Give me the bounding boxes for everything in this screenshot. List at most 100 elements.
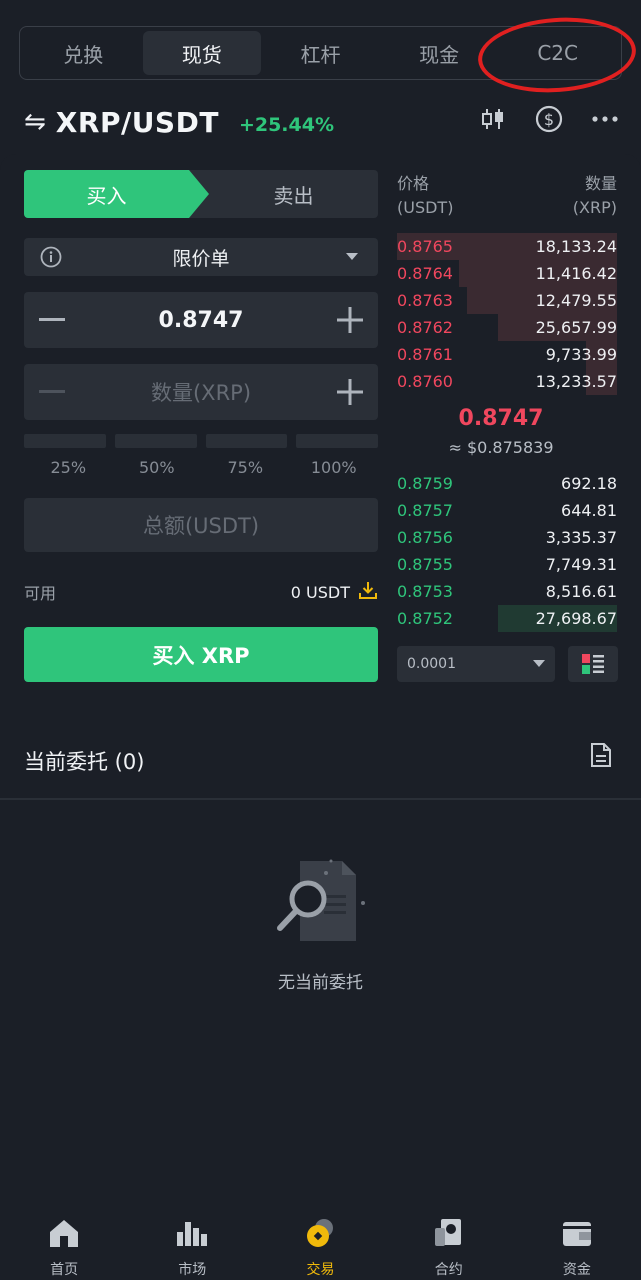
- ask-row[interactable]: 0.8763 12,479.55: [397, 287, 617, 314]
- price-decrease-button[interactable]: [24, 292, 80, 348]
- bid-price: 0.8752: [397, 609, 453, 628]
- percent-labels: 25% 50% 75% 100%: [24, 458, 378, 477]
- bid-row[interactable]: 0.8755 7,749.31: [397, 551, 617, 578]
- bid-row[interactable]: 0.8756 3,335.37: [397, 524, 617, 551]
- quantity-increase-button[interactable]: [322, 364, 378, 420]
- price-stepper[interactable]: 0.8747: [24, 292, 378, 348]
- tab-spot[interactable]: 现货: [142, 31, 262, 75]
- ask-quantity: 12,479.55: [535, 291, 617, 310]
- document-icon[interactable]: [590, 742, 612, 772]
- percent-segment[interactable]: [114, 434, 197, 448]
- percent-label[interactable]: 25%: [24, 458, 113, 477]
- bid-quantity: 3,335.37: [545, 528, 617, 547]
- chevron-down-icon: [346, 253, 358, 260]
- tab-margin[interactable]: 杠杆: [261, 31, 380, 75]
- ask-row[interactable]: 0.8760 13,233.57: [397, 368, 617, 395]
- available-balance: 可用 0 USDT: [24, 580, 378, 604]
- percent-segment[interactable]: [24, 434, 106, 448]
- ask-price: 0.8760: [397, 372, 453, 391]
- pair-change: +25.44%: [238, 114, 334, 136]
- percent-slider[interactable]: [24, 434, 378, 448]
- ask-price: 0.8765: [397, 237, 453, 256]
- ask-quantity: 9,733.99: [545, 345, 617, 364]
- pair-name[interactable]: XRP/USDT: [56, 106, 219, 139]
- bottom-nav: 首页 市场 交易 合约 资金: [0, 1205, 641, 1280]
- candlestick-chart-icon[interactable]: [478, 104, 508, 134]
- quantity-stepper[interactable]: 数量(XRP): [24, 364, 378, 420]
- orderbook-header: 价格 (USDT) 数量 (XRP): [397, 172, 617, 220]
- order-type-label: 限价单: [172, 247, 230, 270]
- bid-quantity: 8,516.61: [545, 582, 617, 601]
- nav-futures[interactable]: 合约: [385, 1205, 513, 1280]
- available-value-group: 0 USDT: [291, 580, 378, 604]
- price-increase-button[interactable]: [322, 292, 378, 348]
- nav-wallet[interactable]: 资金: [513, 1205, 641, 1280]
- nav-label: 首页: [50, 1262, 79, 1278]
- available-label: 可用: [24, 584, 57, 603]
- wallet-icon: [561, 1217, 593, 1249]
- info-icon[interactable]: [40, 246, 62, 273]
- percent-segment[interactable]: [296, 434, 378, 448]
- bid-quantity: 692.18: [561, 474, 617, 493]
- pair-header: ⇋ XRP/USDT +25.44% $: [24, 100, 624, 144]
- trade-mode-tabs: 兑换 现货 杠杆 现金 C2C: [19, 26, 622, 80]
- tab-cash[interactable]: 现金: [380, 31, 499, 75]
- bid-row[interactable]: 0.8753 8,516.61: [397, 578, 617, 605]
- open-orders-title: 当前委托 (0): [24, 750, 145, 774]
- orderbook-layout-icon: [582, 654, 604, 674]
- percent-label[interactable]: 100%: [290, 458, 379, 477]
- chevron-down-icon: [533, 660, 545, 667]
- percent-label[interactable]: 75%: [201, 458, 290, 477]
- bid-quantity: 27,698.67: [535, 609, 617, 628]
- buy-xrp-button[interactable]: 买入 XRP: [24, 627, 378, 682]
- quantity-input[interactable]: 数量(XRP): [151, 377, 251, 407]
- tab-convert[interactable]: 兑换: [24, 31, 143, 75]
- home-icon: [48, 1217, 80, 1249]
- ask-quantity: 18,133.24: [535, 237, 617, 256]
- bid-rows: 0.8759 692.18 0.8757 644.81 0.8756 3,335.37 0.…: [397, 470, 617, 632]
- ask-quantity: 25,657.99: [535, 318, 617, 337]
- percent-segment[interactable]: [205, 434, 288, 448]
- nav-market[interactable]: 市场: [128, 1205, 256, 1280]
- swap-pair-icon[interactable]: ⇋: [24, 107, 46, 137]
- nav-trade[interactable]: 交易: [256, 1205, 384, 1280]
- total-input[interactable]: 总额(USDT): [24, 498, 378, 552]
- header-actions: $: [478, 104, 620, 134]
- trade-icon: [305, 1217, 337, 1249]
- bid-price: 0.8756: [397, 528, 453, 547]
- precision-select[interactable]: 0.0001: [397, 646, 555, 682]
- bid-price: 0.8757: [397, 501, 453, 520]
- ask-quantity: 13,233.57: [535, 372, 617, 391]
- bid-price: 0.8759: [397, 474, 453, 493]
- available-value: 0 USDT: [290, 582, 350, 602]
- ask-row[interactable]: 0.8765 18,133.24: [397, 233, 617, 260]
- price-column-header: 价格 (USDT): [397, 174, 454, 217]
- percent-label[interactable]: 50%: [113, 458, 202, 477]
- sell-tab[interactable]: 卖出: [209, 170, 378, 218]
- quantity-decrease-button[interactable]: [24, 364, 80, 420]
- dollar-circle-icon[interactable]: $: [534, 104, 564, 134]
- bid-row[interactable]: 0.8757 644.81: [397, 497, 617, 524]
- order-type-select[interactable]: 限价单: [24, 238, 378, 276]
- ask-row[interactable]: 0.8764 11,416.42: [397, 260, 617, 287]
- ask-price: 0.8763: [397, 291, 453, 310]
- nav-home[interactable]: 首页: [0, 1205, 128, 1280]
- ask-row[interactable]: 0.8762 25,657.99: [397, 314, 617, 341]
- bid-price: 0.8755: [397, 555, 453, 574]
- deposit-icon[interactable]: [358, 580, 378, 604]
- buy-tab[interactable]: 买入: [24, 170, 209, 218]
- price-input[interactable]: 0.8747: [159, 308, 244, 333]
- nav-label: 交易: [306, 1262, 335, 1278]
- bid-row[interactable]: 0.8752 27,698.67: [397, 605, 617, 632]
- orderbook-layout-button[interactable]: [568, 646, 618, 682]
- futures-icon: [433, 1217, 465, 1249]
- ask-row[interactable]: 0.8761 9,733.99: [397, 341, 617, 368]
- side-toggle: 买入 卖出: [24, 170, 378, 218]
- market-icon: [176, 1217, 208, 1249]
- more-icon[interactable]: [590, 104, 620, 134]
- bid-row[interactable]: 0.8759 692.18: [397, 470, 617, 497]
- ask-rows: 0.8765 18,133.24 0.8764 11,416.42 0.8763 12,4…: [397, 233, 617, 395]
- last-price-usd: ≈ $0.875839: [448, 438, 554, 457]
- ask-price: 0.8764: [397, 264, 453, 283]
- tab-c2c[interactable]: C2C: [498, 31, 617, 75]
